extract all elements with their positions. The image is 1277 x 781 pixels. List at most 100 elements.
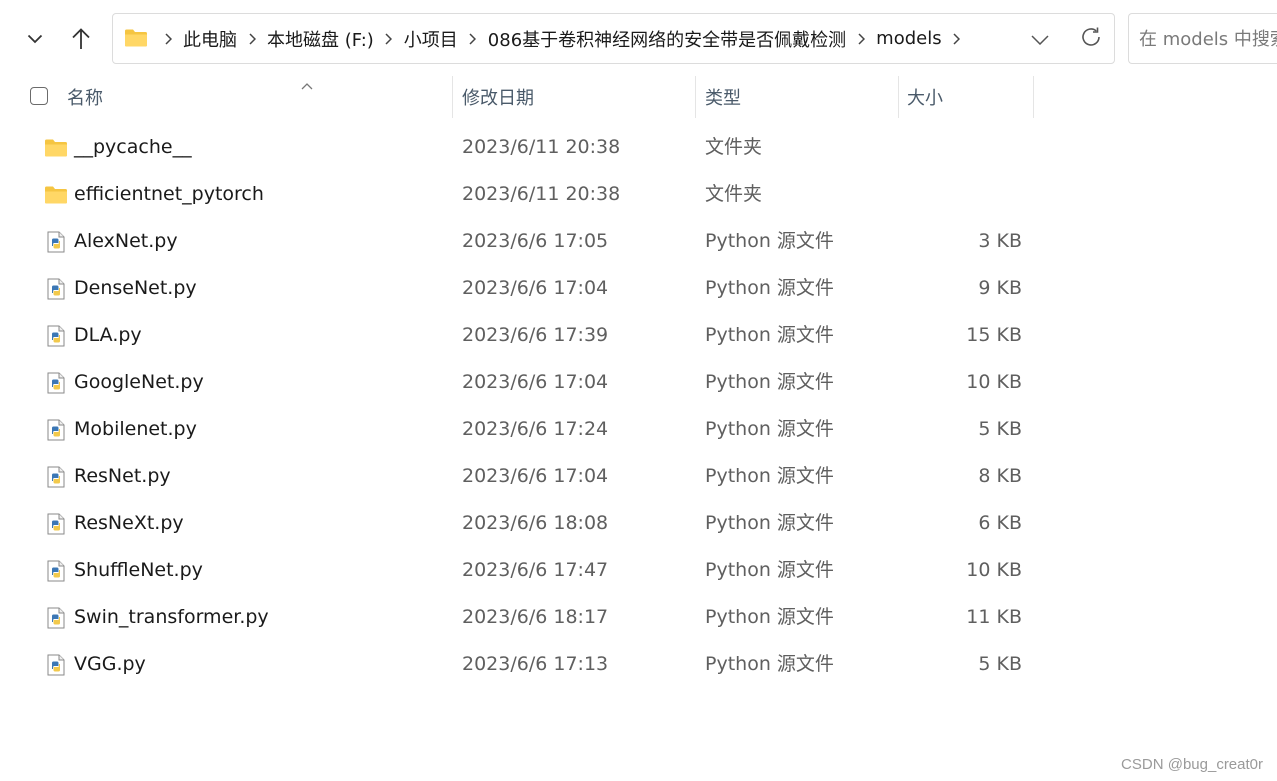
up-button[interactable] (64, 22, 98, 56)
file-date: 2023/6/6 17:04 (462, 277, 609, 299)
file-name: ShuffleNet.py (74, 559, 203, 581)
file-size: 5 KB (978, 653, 1022, 675)
file-date: 2023/6/11 20:38 (462, 183, 621, 205)
file-type: Python 源文件 (705, 324, 834, 346)
search-box[interactable] (1128, 13, 1277, 64)
file-name: Swin_transformer.py (74, 606, 269, 628)
column-divider[interactable] (695, 76, 696, 118)
watermark: CSDN @bug_creat0r (1121, 756, 1263, 773)
file-size: 10 KB (966, 371, 1022, 393)
file-type: 文件夹 (705, 183, 763, 205)
file-name: __pycache__ (74, 136, 192, 158)
column-date[interactable]: 修改日期 (462, 76, 694, 118)
refresh-icon (1080, 26, 1102, 52)
chevron-right-icon[interactable] (462, 24, 484, 54)
chevron-right-icon[interactable] (946, 24, 968, 54)
file-row-mobilenet[interactable]: Mobilenet.py 2023/6/6 17:24 Python 源文件 5… (0, 406, 1277, 453)
column-size-label: 大小 (907, 88, 943, 109)
file-name: GoogleNet.py (74, 371, 204, 393)
column-divider[interactable] (1033, 76, 1034, 118)
file-date: 2023/6/6 17:05 (462, 230, 609, 252)
chevron-right-icon[interactable] (850, 24, 872, 54)
file-name: VGG.py (74, 653, 146, 675)
file-date: 2023/6/6 17:47 (462, 559, 609, 581)
folder-icon (44, 136, 68, 160)
file-type: Python 源文件 (705, 512, 834, 534)
file-size (920, 124, 1022, 171)
python-file-icon (44, 277, 68, 301)
address-bar[interactable]: 此电脑 本地磁盘 (F:) 小项目 086基于卷积神经网络的安全带是否佩戴检测 … (112, 13, 1115, 64)
file-name: ResNeXt.py (74, 512, 184, 534)
column-divider[interactable] (898, 76, 899, 118)
refresh-button[interactable] (1077, 25, 1105, 53)
file-row-pycache[interactable]: __pycache__ 2023/6/11 20:38 文件夹 (0, 124, 1277, 171)
breadcrumb-project-folder[interactable]: 086基于卷积神经网络的安全带是否佩戴检测 (484, 26, 850, 52)
file-row-googlenet[interactable]: GoogleNet.py 2023/6/6 17:04 Python 源文件 1… (0, 359, 1277, 406)
file-type: Python 源文件 (705, 465, 834, 487)
file-row-shufflenet[interactable]: ShuffleNet.py 2023/6/6 17:47 Python 源文件 … (0, 547, 1277, 594)
python-file-icon (44, 230, 68, 254)
file-size (920, 171, 1022, 218)
column-header: 名称 修改日期 类型 大小 (0, 76, 1277, 118)
file-row-resnet[interactable]: ResNet.py 2023/6/6 17:04 Python 源文件 8 KB (0, 453, 1277, 500)
file-row-vgg[interactable]: VGG.py 2023/6/6 17:13 Python 源文件 5 KB (0, 641, 1277, 688)
file-size: 9 KB (978, 277, 1022, 299)
file-date: 2023/6/6 17:04 (462, 371, 609, 393)
file-type: Python 源文件 (705, 230, 834, 252)
file-name: DenseNet.py (74, 277, 197, 299)
breadcrumb-models[interactable]: models (872, 28, 945, 49)
file-size: 10 KB (966, 559, 1022, 581)
column-divider[interactable] (452, 76, 453, 118)
file-size: 5 KB (978, 418, 1022, 440)
select-all-checkbox[interactable] (30, 87, 48, 105)
file-name: AlexNet.py (74, 230, 178, 252)
recent-locations-button[interactable] (18, 22, 52, 56)
file-type: 文件夹 (705, 136, 763, 158)
file-name: DLA.py (74, 324, 142, 346)
breadcrumb: 此电脑 本地磁盘 (F:) 小项目 086基于卷积神经网络的安全带是否佩戴检测 … (157, 14, 968, 63)
column-name-label: 名称 (67, 88, 103, 109)
file-date: 2023/6/6 17:13 (462, 653, 609, 675)
file-row-dla[interactable]: DLA.py 2023/6/6 17:39 Python 源文件 15 KB (0, 312, 1277, 359)
file-row-alexnet[interactable]: AlexNet.py 2023/6/6 17:05 Python 源文件 3 K… (0, 218, 1277, 265)
column-type[interactable]: 类型 (705, 76, 897, 118)
file-size: 15 KB (966, 324, 1022, 346)
chevron-down-icon (1031, 30, 1049, 49)
python-file-icon (44, 418, 68, 442)
file-date: 2023/6/11 20:38 (462, 136, 621, 158)
arrow-up-icon (71, 28, 91, 50)
address-history-dropdown[interactable] (1027, 26, 1053, 52)
file-date: 2023/6/6 17:39 (462, 324, 609, 346)
breadcrumb-local-disk[interactable]: 本地磁盘 (F:) (263, 26, 378, 52)
file-date: 2023/6/6 17:04 (462, 465, 609, 487)
file-name: Mobilenet.py (74, 418, 197, 440)
file-size: 8 KB (978, 465, 1022, 487)
file-size: 3 KB (978, 230, 1022, 252)
file-date: 2023/6/6 18:08 (462, 512, 609, 534)
search-input[interactable] (1139, 26, 1277, 52)
file-date: 2023/6/6 18:17 (462, 606, 609, 628)
file-row-resnext[interactable]: ResNeXt.py 2023/6/6 18:08 Python 源文件 6 K… (0, 500, 1277, 547)
column-size[interactable]: 大小 (907, 76, 1032, 118)
python-file-icon (44, 653, 68, 677)
file-row-swin-transformer[interactable]: Swin_transformer.py 2023/6/6 18:17 Pytho… (0, 594, 1277, 641)
chevron-right-icon[interactable] (241, 24, 263, 54)
column-name[interactable]: 名称 (67, 76, 453, 118)
file-name: ResNet.py (74, 465, 171, 487)
file-row-efficientnet-pytorch[interactable]: efficientnet_pytorch 2023/6/11 20:38 文件夹 (0, 171, 1277, 218)
breadcrumb-small-projects[interactable]: 小项目 (400, 26, 462, 52)
python-file-icon (44, 371, 68, 395)
column-date-label: 修改日期 (462, 88, 534, 109)
python-file-icon (44, 324, 68, 348)
file-name: efficientnet_pytorch (74, 183, 264, 205)
column-type-label: 类型 (705, 88, 741, 109)
chevron-down-icon (27, 34, 43, 44)
file-row-densenet[interactable]: DenseNet.py 2023/6/6 17:04 Python 源文件 9 … (0, 265, 1277, 312)
file-type: Python 源文件 (705, 277, 834, 299)
chevron-right-icon[interactable] (157, 24, 179, 54)
python-file-icon (44, 606, 68, 630)
folder-icon (44, 183, 68, 207)
breadcrumb-this-pc[interactable]: 此电脑 (179, 26, 241, 52)
file-type: Python 源文件 (705, 418, 834, 440)
chevron-right-icon[interactable] (378, 24, 400, 54)
